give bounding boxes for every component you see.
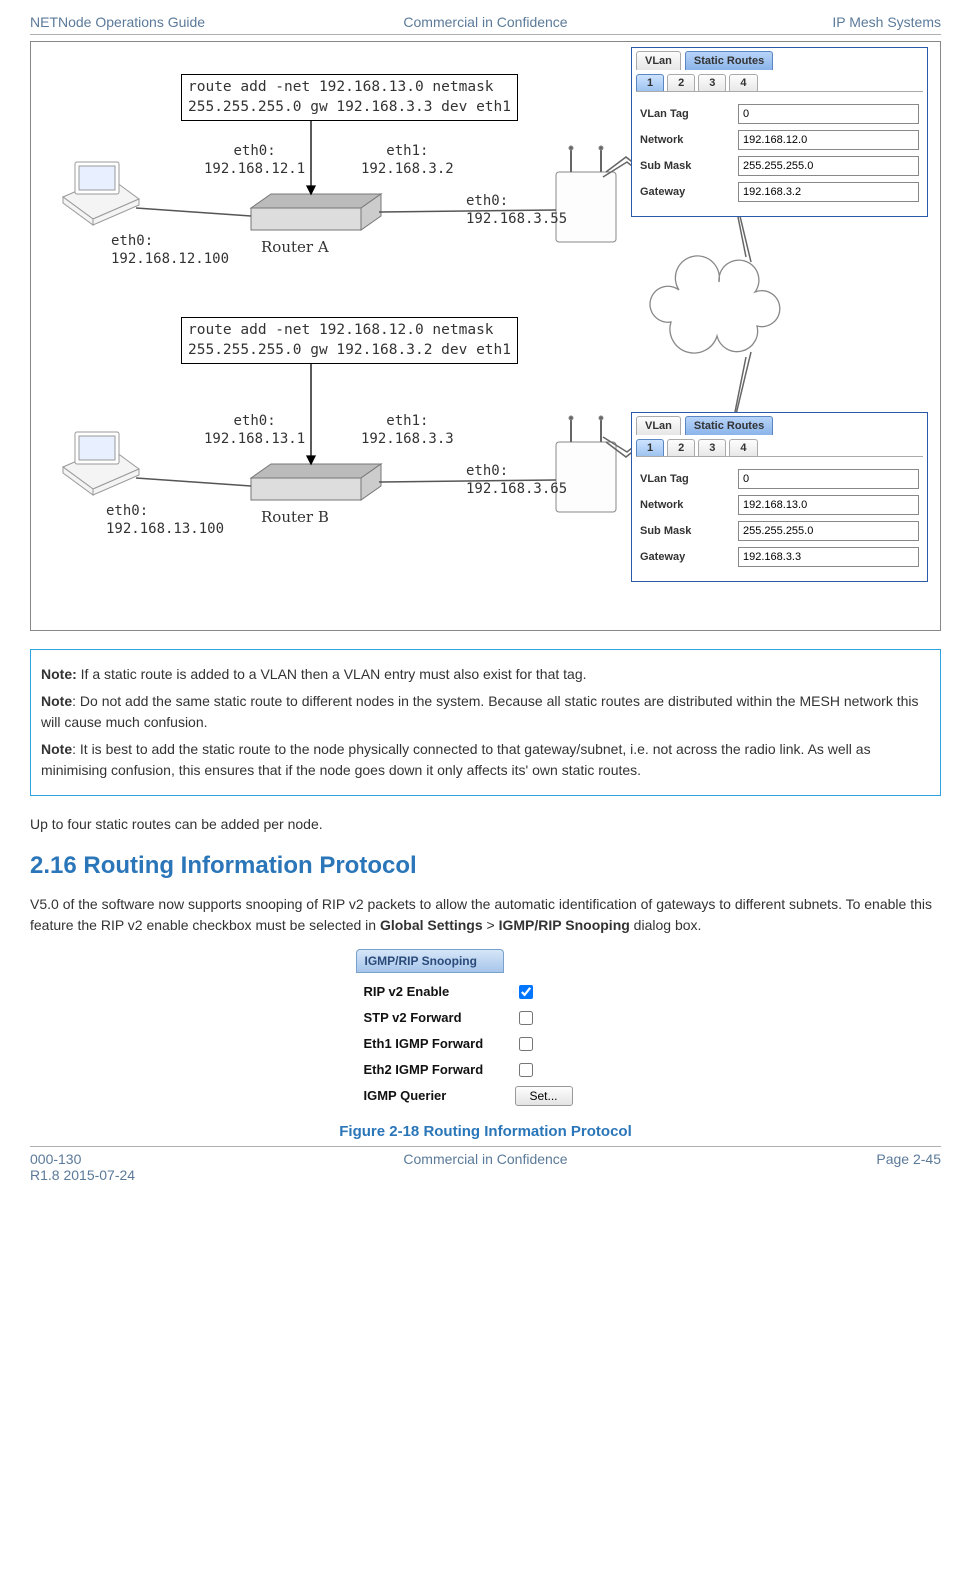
route-tab-4[interactable]: 4 (729, 439, 757, 456)
network-label: Network (640, 499, 730, 511)
route-tab-4[interactable]: 4 (729, 74, 757, 91)
submask-input[interactable] (738, 521, 919, 541)
note-2: Note: Do not add the same static route t… (41, 691, 930, 733)
vlan-tag-label: VLan Tag (640, 473, 730, 485)
header-center: Commercial in Confidence (335, 14, 636, 30)
eth1-igmp-label: Eth1 IGMP Forward (364, 1036, 509, 1051)
gateway-label: Gateway (640, 551, 730, 563)
route-tab-1[interactable]: 1 (636, 439, 664, 456)
static-routes-tab[interactable]: Static Routes (685, 416, 773, 435)
page-header: NETNode Operations Guide Commercial in C… (30, 10, 941, 35)
network-label: Network (640, 134, 730, 146)
set-button[interactable]: Set... (515, 1086, 573, 1106)
vlan-tag-label: VLan Tag (640, 108, 730, 120)
vlan-tab[interactable]: VLan (636, 416, 681, 435)
network-input[interactable] (738, 495, 919, 515)
router-b-eth0-label: eth0:192.168.13.1 (204, 412, 305, 448)
header-left: NETNode Operations Guide (30, 14, 331, 30)
route-command-b: route add -net 192.168.12.0 netmask255.2… (181, 317, 518, 364)
section-heading: 2.16 Routing Information Protocol (30, 852, 941, 880)
router-a-name: Router A (261, 238, 329, 258)
body-paragraph-1: Up to four static routes can be added pe… (30, 814, 941, 834)
note-1: Note: If a static route is added to a VL… (41, 664, 930, 685)
laptop-a-label: eth0:192.168.12.100 (111, 232, 229, 268)
node-b-label: eth0:192.168.3.65 (466, 462, 567, 498)
gateway-input[interactable] (738, 182, 919, 202)
footer-center: Commercial in Confidence (335, 1151, 636, 1183)
eth2-igmp-label: Eth2 IGMP Forward (364, 1062, 509, 1077)
static-routes-tab[interactable]: Static Routes (685, 51, 773, 70)
route-tab-2[interactable]: 2 (667, 439, 695, 456)
static-routes-panel-b: VLan Static Routes 1 2 3 4 VLan Tag Netw… (631, 412, 928, 582)
stp-forward-label: STP v2 Forward (364, 1010, 509, 1025)
figure-caption: Figure 2-18 Routing Information Protocol (30, 1123, 941, 1140)
rip-enable-label: RIP v2 Enable (364, 984, 509, 999)
page-footer: 000-130R1.8 2015-07-24 Commercial in Con… (30, 1146, 941, 1187)
router-a-eth1-label: eth1:192.168.3.2 (361, 142, 454, 178)
network-input[interactable] (738, 130, 919, 150)
vlan-tag-input[interactable] (738, 469, 919, 489)
rip-enable-checkbox[interactable] (519, 985, 533, 999)
network-diagram: route add -net 192.168.13.0 netmask255.2… (30, 41, 941, 631)
router-a-eth0-label: eth0:192.168.12.1 (204, 142, 305, 178)
submask-label: Sub Mask (640, 160, 730, 172)
body-paragraph-2: V5.0 of the software now supports snoopi… (30, 894, 941, 935)
stp-forward-checkbox[interactable] (519, 1011, 533, 1025)
submask-input[interactable] (738, 156, 919, 176)
igmp-rip-snooping-panel: IGMP/RIP Snooping RIP v2 Enable STP v2 F… (356, 949, 616, 1117)
vlan-tab[interactable]: VLan (636, 51, 681, 70)
vlan-tag-input[interactable] (738, 104, 919, 124)
route-command-a: route add -net 192.168.13.0 netmask255.2… (181, 74, 518, 121)
snooping-panel-title: IGMP/RIP Snooping (356, 949, 504, 973)
eth1-igmp-checkbox[interactable] (519, 1037, 533, 1051)
router-b-eth1-label: eth1:192.168.3.3 (361, 412, 454, 448)
node-a-label: eth0:192.168.3.55 (466, 192, 567, 228)
notes-box: Note: If a static route is added to a VL… (30, 649, 941, 796)
eth2-igmp-checkbox[interactable] (519, 1063, 533, 1077)
laptop-b-label: eth0:192.168.13.100 (106, 502, 224, 538)
router-b-name: Router B (261, 508, 329, 528)
footer-left: 000-130R1.8 2015-07-24 (30, 1151, 331, 1183)
route-tab-3[interactable]: 3 (698, 74, 726, 91)
igmp-querier-label: IGMP Querier (364, 1088, 509, 1103)
route-tab-2[interactable]: 2 (667, 74, 695, 91)
gateway-label: Gateway (640, 186, 730, 198)
note-3: Note: It is best to add the static route… (41, 739, 930, 781)
route-tab-3[interactable]: 3 (698, 439, 726, 456)
gateway-input[interactable] (738, 547, 919, 567)
footer-right: Page 2-45 (640, 1151, 941, 1183)
static-routes-panel-a: VLan Static Routes 1 2 3 4 VLan Tag Netw… (631, 47, 928, 217)
submask-label: Sub Mask (640, 525, 730, 537)
header-right: IP Mesh Systems (640, 14, 941, 30)
route-tab-1[interactable]: 1 (636, 74, 664, 91)
